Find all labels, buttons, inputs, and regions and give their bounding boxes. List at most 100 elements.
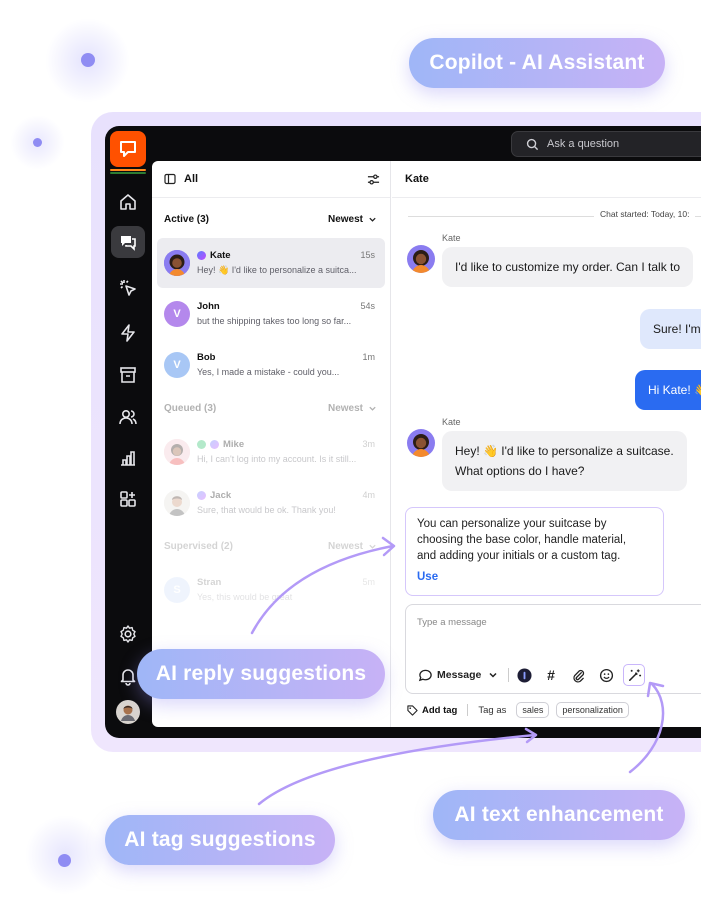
tag-row: Add tag Tag as sales personalization (407, 700, 629, 720)
apps-icon[interactable] (111, 483, 145, 515)
chats-icon[interactable] (111, 226, 145, 258)
message-bubble: Hi Kate! 👋 (635, 370, 701, 410)
chat-time: 4m (362, 490, 375, 500)
chat-preview: Yes, I made a mistake - could you... (197, 367, 340, 377)
avatar (164, 439, 190, 465)
chat-time: 54s (360, 301, 375, 311)
avatar (407, 245, 435, 273)
chevron-down-icon (369, 217, 376, 222)
list-item[interactable]: Kate 15s Hey! 👋 I'd like to personalize … (157, 238, 385, 288)
suggestion-line: You can personalize your suitcase by (417, 518, 607, 530)
section-queued-label: Queued (3) (164, 403, 217, 414)
section-queued: Queued (3) Newest (164, 403, 377, 414)
section-supervised-label: Supervised (2) (164, 541, 233, 552)
canned-response-icon[interactable]: # (542, 665, 560, 685)
chat-time: 5m (362, 577, 375, 587)
suggestion-line: choosing the base color, handle material… (417, 534, 627, 546)
conversation-header: Kate (392, 161, 701, 198)
copilot-label: Copilot - AI Assistant (409, 38, 665, 88)
sender-name: Kate (442, 417, 461, 427)
chat-preview: Yes, this would be great (197, 592, 293, 602)
sort-dropdown[interactable]: Newest (328, 541, 377, 552)
toolbar-divider (508, 668, 509, 682)
sidebar-toggle-icon (164, 173, 176, 185)
messenger-icon (197, 491, 206, 500)
ai-assist-icon[interactable] (515, 665, 533, 685)
chat-preview: Hey! 👋 I'd like to personalize a suitca.… (197, 265, 357, 275)
filter-all[interactable]: All (164, 173, 198, 185)
user-avatar[interactable] (111, 696, 145, 728)
chat-name: Stran (197, 577, 222, 588)
settings-icon[interactable] (111, 618, 145, 650)
decor-glow-2 (10, 115, 65, 170)
chat-name: Bob (197, 352, 216, 363)
main-panel: All Active (3) Newest Kate 15s Hey! 👋 I'… (152, 161, 701, 727)
emoji-icon[interactable] (597, 665, 615, 685)
search-input[interactable]: Ask a question (511, 131, 701, 157)
avatar: S (164, 577, 190, 603)
tag-chip-personalization[interactable]: personalization (556, 702, 629, 718)
avatar (407, 429, 435, 457)
sender-name: Kate (442, 233, 461, 243)
filter-settings-icon[interactable] (367, 173, 380, 186)
chat-list-header: All (152, 161, 390, 198)
list-item[interactable]: V John 54s but the shipping takes too lo… (157, 289, 385, 339)
chat-name: John (197, 301, 220, 312)
team-icon[interactable] (111, 401, 145, 433)
archives-icon[interactable] (111, 359, 145, 391)
chat-preview: Hi, I can't log into my account. Is it s… (197, 454, 357, 464)
chat-preview: Sure, that would be ok. Thank you! (197, 505, 336, 515)
chat-name: Mike (223, 439, 245, 450)
reports-icon[interactable] (111, 442, 145, 474)
chevron-down-icon (489, 672, 497, 678)
use-suggestion-button[interactable]: Use (417, 569, 652, 585)
tag-icon (407, 704, 418, 716)
avatar: V (164, 352, 190, 378)
list-item[interactable]: Jack 4m Sure, that would be ok. Thank yo… (157, 478, 385, 528)
attachment-icon[interactable] (569, 665, 587, 685)
ai-text-enhancement-label: AI text enhancement (433, 790, 685, 840)
engage-icon[interactable] (111, 272, 145, 304)
list-item[interactable]: Mike 3m Hi, I can't log into my account.… (157, 427, 385, 477)
message-mode-dropdown[interactable]: Message (418, 665, 498, 685)
chat-name: Kate (210, 250, 231, 261)
list-item[interactable]: V Bob 1m Yes, I made a mistake - could y… (157, 340, 385, 390)
chat-list: All Active (3) Newest Kate 15s Hey! 👋 I'… (152, 161, 391, 727)
section-active: Active (3) Newest (164, 214, 377, 225)
chat-time: 3m (362, 439, 375, 449)
sort-dropdown[interactable]: Newest (328, 214, 377, 225)
search-icon (526, 138, 539, 150)
tag-as-label: Tag as (478, 704, 507, 716)
sort-dropdown[interactable]: Newest (328, 403, 377, 414)
conversation-panel: Kate Chat started: Today, 10: Kate I'd l… (392, 161, 701, 727)
chevron-down-icon (369, 406, 376, 411)
automation-icon[interactable] (111, 317, 145, 349)
decor-glow-3 (25, 815, 105, 895)
message-input[interactable]: Type a message (417, 617, 487, 628)
avatar (164, 250, 190, 276)
chat-preview: but the shipping takes too long so far..… (197, 316, 352, 326)
chat-bubble-icon (120, 141, 136, 157)
divider (467, 704, 469, 716)
chevron-down-icon (369, 544, 376, 549)
message-composer[interactable]: Type a message Message # (405, 604, 701, 694)
avatar: V (164, 301, 190, 327)
add-tag-button[interactable]: Add tag (407, 705, 457, 716)
messenger-icon (197, 251, 206, 260)
ai-reply-suggestions-label: AI reply suggestions (137, 649, 385, 699)
suggestion-line: and adding your initials or a custom tag… (417, 550, 621, 562)
chat-bubble-icon (418, 669, 432, 681)
app-logo (110, 131, 146, 167)
section-active-label: Active (3) (164, 214, 210, 225)
whatsapp-icon (197, 440, 206, 449)
ai-reply-suggestion: You can personalize your suitcase by cho… (405, 507, 664, 596)
filter-label: All (184, 173, 199, 185)
list-item[interactable]: S Stran 5m Yes, this would be great (157, 565, 385, 615)
chat-time: 15s (360, 250, 375, 260)
ai-tag-suggestions-label: AI tag suggestions (105, 815, 335, 865)
tag-chip-sales[interactable]: sales (516, 702, 550, 718)
message-bubble: Sure! I'm (640, 309, 701, 349)
magic-wand-icon[interactable] (623, 664, 645, 686)
search-placeholder: Ask a question (547, 138, 620, 150)
home-icon[interactable] (111, 186, 145, 218)
